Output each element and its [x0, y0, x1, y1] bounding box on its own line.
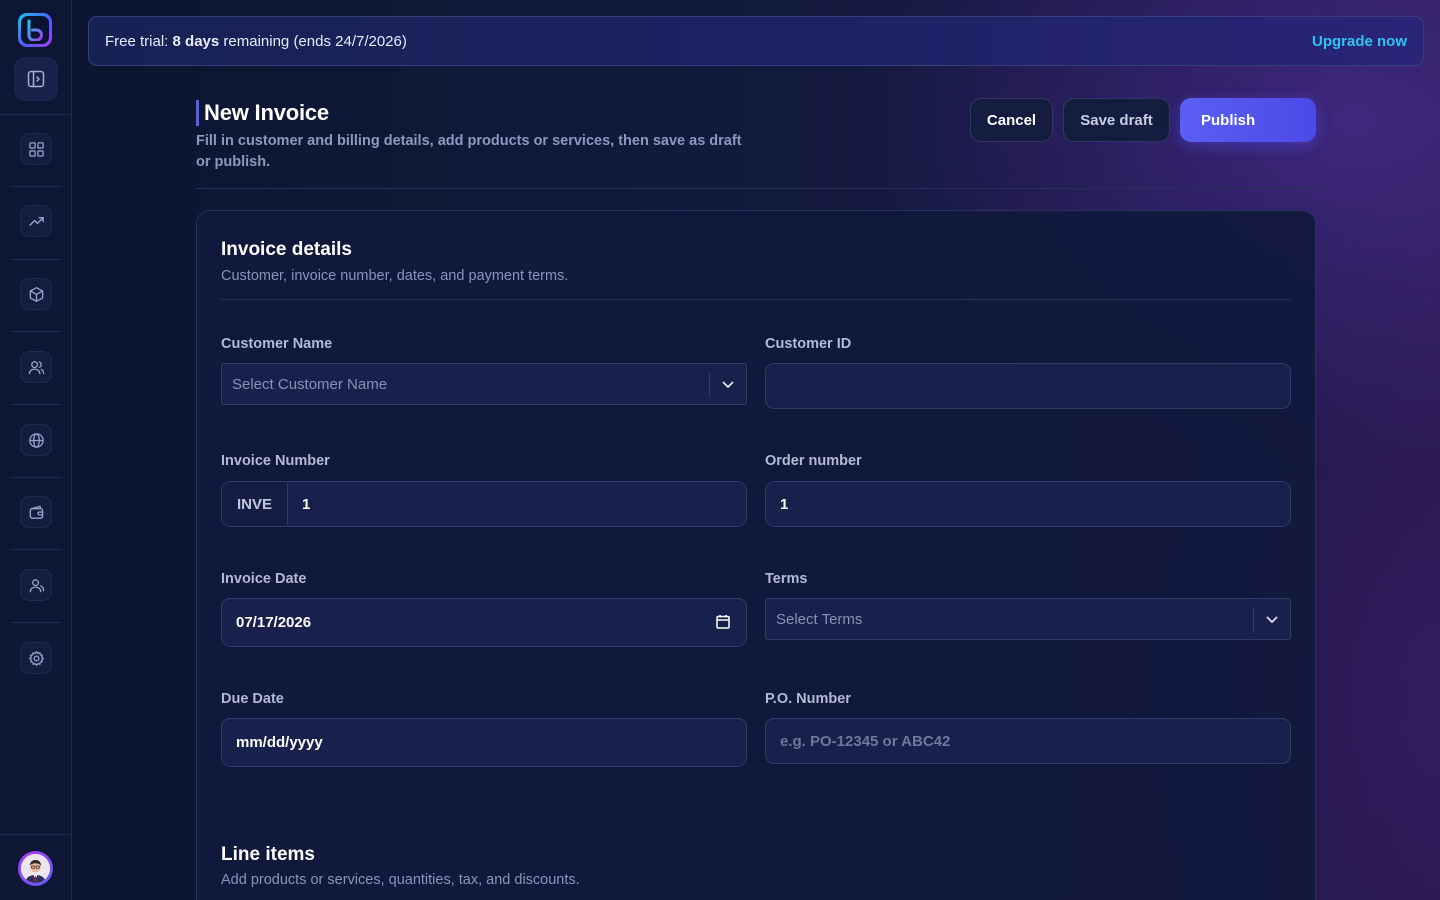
sidebar-item-web[interactable]: [20, 424, 52, 456]
po-number-placeholder: e.g. PO-12345 or ABC42: [780, 732, 951, 750]
po-number-label: P.O. Number: [765, 691, 851, 707]
upgrade-now-link[interactable]: Upgrade now: [1312, 33, 1407, 50]
order-number-value: 1: [780, 495, 789, 513]
order-number-label: Order number: [765, 453, 862, 469]
sidebar-item-wallet[interactable]: [20, 496, 52, 528]
due-date-label: Due Date: [221, 691, 284, 707]
avatar[interactable]: [18, 851, 53, 886]
customer-name-label: Customer Name: [221, 336, 333, 352]
trending-up-icon: [28, 216, 44, 226]
save-draft-button[interactable]: Save draft: [1063, 98, 1170, 142]
customer-id-label: Customer ID: [765, 336, 852, 352]
terms-placeholder: Select Terms: [776, 610, 863, 628]
terms-select[interactable]: Select Terms: [765, 598, 1291, 640]
page-title: New Invoice: [204, 100, 329, 125]
page-subtitle: Fill in customer and billing details, ad…: [196, 133, 742, 170]
section-divider: [221, 299, 1291, 300]
line-items-title: Line items: [221, 844, 315, 865]
sidebar-item-team[interactable]: [20, 569, 52, 601]
globe-icon: [28, 432, 44, 448]
header-divider: [196, 188, 1316, 189]
customer-id-field[interactable]: [765, 363, 1291, 409]
chevron-down-icon: [709, 372, 746, 398]
terms-label: Terms: [765, 571, 808, 587]
sidebar-item-customers[interactable]: [20, 351, 52, 383]
sidebar-toggle-button[interactable]: [14, 57, 58, 101]
due-date-value: mm/dd/yyyy: [236, 734, 323, 751]
grid-icon: [28, 141, 44, 157]
trial-days: 8 days: [172, 32, 220, 50]
sidebar-panel-icon: [27, 70, 45, 88]
trial-banner: Free trial: 8 days remaining (ends 24/7/…: [88, 16, 1424, 66]
invoice-number-value: 1: [302, 495, 311, 513]
due-date-field[interactable]: mm/dd/yyyy: [221, 718, 747, 767]
invoice-number-label: Invoice Number: [221, 453, 330, 469]
logo-icon: [27, 19, 43, 41]
cancel-button[interactable]: Cancel: [970, 98, 1053, 142]
chevron-down-icon: [1253, 607, 1290, 633]
wallet-icon: [29, 505, 43, 519]
user-avatar-icon: [21, 854, 50, 883]
trial-message: Free trial: 8 days remaining (ends 24/7/…: [105, 33, 407, 50]
invoice-number-field[interactable]: INVE 1: [221, 481, 747, 527]
sidebar-item-products[interactable]: [20, 278, 52, 310]
invoice-date-value: 07/17/2026: [236, 614, 312, 631]
app-logo[interactable]: [18, 13, 52, 47]
line-items-subtitle: Add products or services, quantities, ta…: [221, 872, 580, 888]
order-number-field[interactable]: 1: [765, 481, 1291, 527]
cube-icon: [29, 286, 43, 302]
invoice-date-label: Invoice Date: [221, 571, 307, 587]
invoice-date-field[interactable]: 07/17/2026: [221, 598, 747, 647]
sidebar-item-dashboard[interactable]: [20, 133, 52, 165]
users-icon: [28, 360, 44, 374]
trial-prefix: Free trial:: [105, 32, 169, 50]
user-group-icon: [29, 578, 44, 592]
invoice-number-prefix: INVE: [222, 482, 288, 526]
invoice-details-subtitle: Customer, invoice number, dates, and pay…: [221, 268, 569, 284]
customer-name-select[interactable]: Select Customer Name: [221, 363, 747, 405]
gear-icon: [28, 650, 44, 666]
po-number-field[interactable]: e.g. PO-12345 or ABC42: [765, 718, 1291, 764]
sidebar-item-settings[interactable]: [20, 642, 52, 674]
publish-button[interactable]: Publish: [1180, 98, 1316, 142]
sidebar-item-analytics[interactable]: [20, 205, 52, 237]
invoice-details-title: Invoice details: [221, 239, 352, 260]
trial-suffix: remaining (ends 24/7/2026): [223, 32, 407, 50]
calendar-icon[interactable]: [716, 614, 730, 633]
sidebar: [0, 0, 72, 900]
customer-name-placeholder: Select Customer Name: [232, 375, 388, 393]
page-title-wrap: New Invoice: [196, 100, 329, 126]
invoice-form-card: [196, 210, 1316, 900]
